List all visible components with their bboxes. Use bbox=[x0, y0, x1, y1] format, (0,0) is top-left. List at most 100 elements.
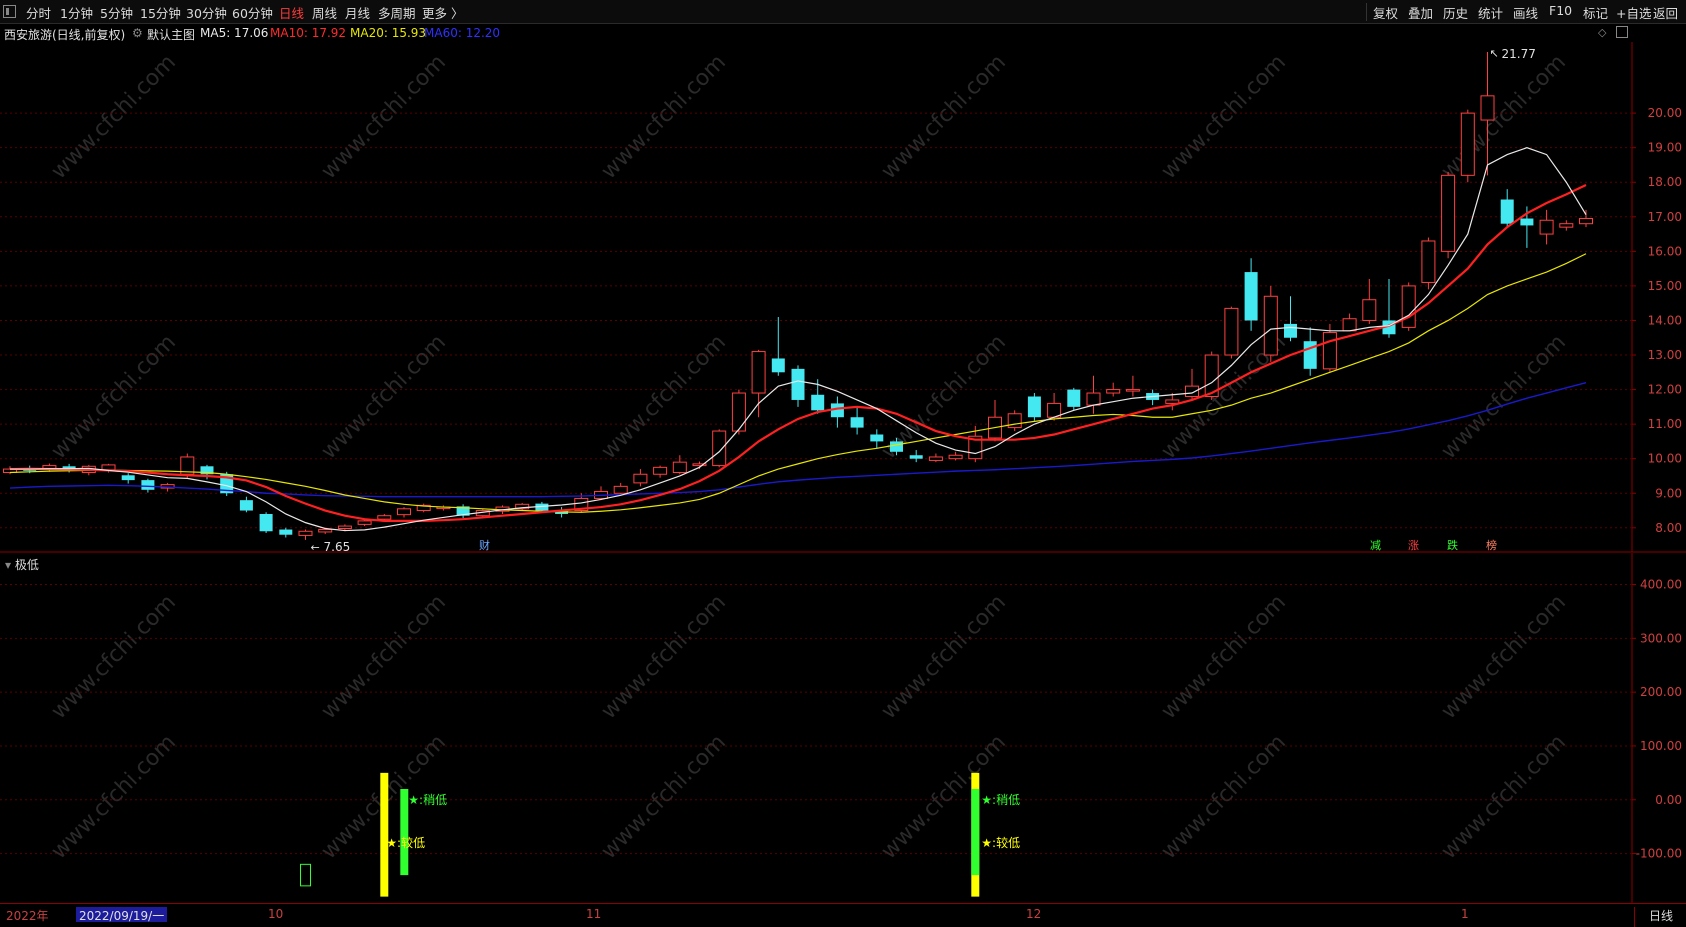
candle-body-down bbox=[239, 500, 253, 511]
candle-body-up bbox=[928, 456, 943, 461]
month-label-jan: 1 bbox=[1461, 907, 1469, 921]
signal-label: ★:较低 bbox=[386, 835, 425, 850]
sub-axis-label: 200.00 bbox=[1640, 685, 1682, 699]
signal-bar bbox=[380, 772, 389, 897]
candle-body-up bbox=[712, 430, 727, 467]
candle-body-up bbox=[1579, 218, 1593, 225]
candle-body-down bbox=[121, 475, 135, 481]
candle-body-up bbox=[1106, 389, 1121, 394]
signal-bar bbox=[400, 789, 409, 876]
sub-axis-label: 400.00 bbox=[1640, 578, 1682, 592]
high-arrow-icon: ↖ bbox=[1490, 47, 1499, 60]
high-price-label: 21.77 bbox=[1502, 47, 1536, 61]
candle-body-down bbox=[890, 441, 903, 452]
price-axis-label: 14.00 bbox=[1648, 313, 1682, 327]
price-axis-label: 10.00 bbox=[1648, 452, 1682, 466]
candle-body-down bbox=[850, 417, 864, 428]
candle-body-up bbox=[1421, 240, 1436, 283]
price-axis-label: 16.00 bbox=[1648, 244, 1682, 258]
month-label-dec: 12 bbox=[1026, 907, 1042, 921]
candle-body-down bbox=[909, 455, 923, 459]
price-axis-label: 9.00 bbox=[1655, 486, 1682, 500]
candle-body-up bbox=[1322, 332, 1337, 370]
candle-body-down bbox=[791, 368, 805, 400]
candle-body-up bbox=[397, 508, 411, 516]
candle-body-up bbox=[1342, 318, 1357, 332]
candle-body-up bbox=[948, 454, 963, 460]
candle-body-down bbox=[771, 358, 785, 373]
signal-bar bbox=[971, 789, 980, 876]
candle-body-up bbox=[751, 351, 766, 394]
candle-body-up bbox=[357, 520, 372, 525]
candle-body-up bbox=[1539, 219, 1554, 235]
sub-axis-label: 0.00 bbox=[1655, 793, 1682, 807]
candle-body-up bbox=[1125, 389, 1140, 392]
month-label-oct: 10 bbox=[268, 907, 284, 921]
period-label[interactable]: 日线 bbox=[1634, 907, 1686, 927]
candle-body-up bbox=[298, 530, 313, 536]
price-axis-label: 12.00 bbox=[1648, 383, 1682, 397]
low-arrow-icon: ← bbox=[311, 541, 320, 553]
candle-body-up bbox=[1362, 299, 1377, 321]
year-label: 2022年 bbox=[6, 909, 49, 923]
candle-body-up bbox=[1441, 174, 1456, 252]
event-marker-tag: 涨 bbox=[1408, 539, 1419, 552]
candlestick-chart[interactable]: www.cfchi.com www.cfchi.com www.cfchi.com w… bbox=[0, 0, 1686, 553]
month-label-nov: 11 bbox=[586, 907, 602, 921]
price-axis-label: 11.00 bbox=[1648, 417, 1682, 431]
date-axis: 2022年 2022/09/19/一 10 11 12 1 日线 bbox=[0, 903, 1686, 927]
candle-body-up bbox=[377, 515, 392, 520]
candle-body-down bbox=[1500, 199, 1514, 224]
candle-body-down bbox=[1027, 396, 1041, 418]
event-marker-tag: 跌 bbox=[1447, 538, 1458, 552]
collapse-icon[interactable]: ▾ bbox=[5, 558, 11, 572]
candle-body-up bbox=[1086, 392, 1101, 406]
price-axis-label: 8.00 bbox=[1655, 521, 1682, 535]
event-marker-finance: 财 bbox=[479, 538, 490, 552]
sub-axis-label: 300.00 bbox=[1640, 631, 1682, 645]
event-marker-tag: 榜 bbox=[1486, 538, 1497, 552]
price-axis-label: 18.00 bbox=[1648, 175, 1682, 189]
price-axis-label: 20.00 bbox=[1648, 106, 1682, 120]
candle-body-up bbox=[613, 485, 628, 494]
candle-body-down bbox=[1284, 323, 1297, 338]
price-axis-label: 13.00 bbox=[1648, 348, 1682, 362]
candle-body-down bbox=[279, 529, 293, 535]
signal-label: ★:稍低 bbox=[981, 793, 1020, 807]
candle-body-down bbox=[1303, 341, 1317, 369]
candle-body-down bbox=[870, 434, 884, 442]
candle-body-up bbox=[101, 464, 116, 471]
candle-body-up bbox=[1224, 307, 1239, 356]
sub-axis-label: -100.00 bbox=[1636, 847, 1682, 861]
candle-body-up bbox=[633, 473, 648, 484]
sub-axis-label: 100.00 bbox=[1640, 739, 1682, 753]
price-axis-label: 19.00 bbox=[1648, 141, 1682, 155]
main-panel-bg bbox=[0, 42, 1686, 553]
price-axis-label: 15.00 bbox=[1648, 279, 1682, 293]
candle-body-up bbox=[731, 392, 746, 432]
sub-panel-bg bbox=[0, 553, 1686, 903]
price-axis-label: 17.00 bbox=[1648, 210, 1682, 224]
indicator-panel[interactable]: www.cfchi.com www.cfchi.com www.cfchi.com w… bbox=[0, 553, 1686, 903]
signal-label: ★:较低 bbox=[981, 835, 1020, 850]
candle-body-up bbox=[1559, 223, 1574, 228]
signal-label: ★:稍低 bbox=[408, 793, 447, 807]
candle-body-up bbox=[672, 461, 687, 474]
candle-body-down bbox=[1244, 272, 1258, 321]
low-price-label: 7.65 bbox=[324, 540, 351, 553]
candle-body-down bbox=[259, 513, 273, 532]
sub-indicator-title[interactable]: ▾ 极低 bbox=[5, 556, 39, 573]
candle-body-up bbox=[653, 466, 668, 475]
candle-body-up bbox=[337, 525, 352, 530]
date-cursor: 2022/09/19/一 bbox=[76, 907, 168, 923]
candle-body-up bbox=[1460, 112, 1475, 176]
event-marker-tag: 减 bbox=[1370, 539, 1381, 552]
candle-body-up bbox=[1480, 95, 1495, 121]
candle-body-up bbox=[1263, 295, 1278, 356]
candle-body-up bbox=[1401, 285, 1416, 328]
candle-body-down bbox=[1067, 389, 1081, 407]
candle-body-up bbox=[318, 529, 333, 533]
candle-body-down bbox=[141, 480, 155, 490]
candle-body-down bbox=[1520, 218, 1534, 226]
candle-body-down bbox=[811, 394, 825, 411]
